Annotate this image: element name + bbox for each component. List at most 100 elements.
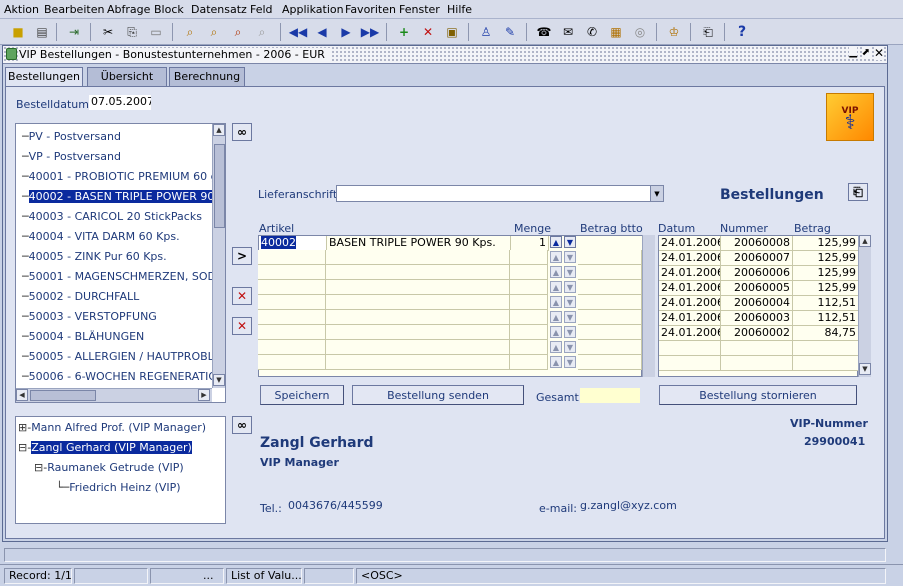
help-icon[interactable]: ? <box>732 22 752 42</box>
empty-grid-cell[interactable] <box>578 250 642 265</box>
order-nummer-cell[interactable]: 20060005 <box>721 281 793 296</box>
empty-grid-cell[interactable] <box>510 295 548 310</box>
tree-item[interactable]: ─40001 - PROBIOTIC PREMIUM 60 g <box>22 170 218 183</box>
quantity-up-icon[interactable]: ▲ <box>550 326 562 338</box>
quantity-up-icon[interactable]: ▲ <box>550 281 562 293</box>
speichern-button[interactable]: Speichern <box>260 385 344 405</box>
tree-item[interactable]: ─50004 - BLÄHUNGEN <box>22 330 144 343</box>
tree-item[interactable]: └─Friedrich Heinz (VIP) <box>56 481 181 494</box>
empty-grid-cell[interactable] <box>578 340 642 355</box>
empty-grid-cell[interactable] <box>721 341 793 356</box>
empty-grid-cell[interactable] <box>721 356 793 371</box>
empty-grid-cell[interactable] <box>258 265 326 280</box>
view-icon[interactable]: ◎ <box>630 22 650 42</box>
scroll-thumb[interactable] <box>30 390 96 401</box>
empty-grid-cell[interactable] <box>326 280 510 295</box>
mail-icon[interactable]: ✉ <box>558 22 578 42</box>
order-betrag-cell[interactable]: 84,75 <box>793 326 859 341</box>
person-icon[interactable]: ♔ <box>664 22 684 42</box>
order-datum-cell[interactable]: 24.01.2006 <box>659 311 721 326</box>
lieferanschrift-select[interactable] <box>336 185 664 202</box>
phone-icon[interactable]: ✆ <box>582 22 602 42</box>
empty-grid-cell[interactable] <box>510 265 548 280</box>
menu-hilfe[interactable]: Hilfe <box>447 3 472 16</box>
quantity-up-icon[interactable]: ▲ <box>550 341 562 353</box>
scroll-right-icon[interactable]: ▶ <box>198 389 210 401</box>
quantity-down-icon[interactable]: ▼ <box>564 251 576 263</box>
paste-icon[interactable]: ▭ <box>146 22 166 42</box>
order-datum-cell[interactable]: 24.01.2006 <box>659 281 721 296</box>
quantity-down-icon[interactable]: ▼ <box>564 236 576 248</box>
menu-abfrage[interactable]: Abfrage <box>107 3 150 16</box>
tree-item[interactable]: ─40005 - ZINK Pur 60 Kps. <box>22 250 167 263</box>
empty-grid-cell[interactable] <box>510 325 548 340</box>
tree-item[interactable]: ─PV - Postversand <box>22 130 121 143</box>
print-icon[interactable]: ▤ <box>32 22 52 42</box>
product-tree[interactable]: ─PV - Postversand ─VP - Postversand ─400… <box>15 123 226 403</box>
empty-grid-cell[interactable] <box>510 355 548 370</box>
maximize-icon[interactable]: ⬈ <box>861 47 870 58</box>
order-nummer-cell[interactable]: 20060003 <box>721 311 793 326</box>
quantity-down-icon[interactable]: ▼ <box>564 266 576 278</box>
empty-grid-cell[interactable] <box>510 280 548 295</box>
tree-item[interactable]: ─50005 - ALLERGIEN / HAUTPROBL <box>22 350 214 363</box>
quantity-down-icon[interactable]: ▼ <box>564 281 576 293</box>
empty-grid-cell[interactable] <box>326 310 510 325</box>
remove-all-icon[interactable]: ✕ <box>232 317 252 335</box>
empty-grid-cell[interactable] <box>578 310 642 325</box>
empty-grid-cell[interactable] <box>258 310 326 325</box>
tree-item[interactable]: ─50003 - VERSTOPFUNG <box>22 310 157 323</box>
empty-grid-cell[interactable] <box>258 325 326 340</box>
tree-item[interactable]: ─50006 - 6-WOCHEN REGENERATIO <box>22 370 217 383</box>
menu-feld[interactable]: Feld <box>250 3 273 16</box>
scroll-down-icon[interactable]: ▼ <box>213 374 225 386</box>
query-enter-icon[interactable]: ⌕ <box>180 22 200 42</box>
query-execute-icon[interactable]: ⌕ <box>204 22 224 42</box>
quantity-down-icon[interactable]: ▼ <box>564 296 576 308</box>
chevron-down-icon[interactable]: ▼ <box>650 186 663 201</box>
scroll-up-icon[interactable]: ▲ <box>213 124 225 136</box>
tree-item[interactable]: ⊞-Mann Alfred Prof. (VIP Manager) <box>18 421 206 434</box>
empty-grid-cell[interactable] <box>578 355 642 370</box>
menu-favoriten[interactable]: Favoriten <box>345 3 396 16</box>
documents-icon[interactable]: ⎗ <box>848 183 868 201</box>
menu-aktion[interactable]: Aktion <box>4 3 39 16</box>
order-datum-cell[interactable]: 24.01.2006 <box>659 296 721 311</box>
bestellung-stornieren-button[interactable]: Bestellung stornieren <box>659 385 857 405</box>
articles-scrollbar[interactable] <box>642 235 655 377</box>
empty-grid-cell[interactable] <box>510 340 548 355</box>
quantity-down-icon[interactable]: ▼ <box>564 356 576 368</box>
empty-grid-cell[interactable] <box>510 250 548 265</box>
order-nummer-cell[interactable]: 20060008 <box>721 236 793 251</box>
empty-grid-cell[interactable] <box>578 265 642 280</box>
menu-datensatz[interactable]: Datensatz <box>191 3 247 16</box>
quantity-down-icon[interactable]: ▼ <box>564 326 576 338</box>
bestellung-senden-button[interactable]: Bestellung senden <box>352 385 524 405</box>
insert-record-icon[interactable]: + <box>394 22 414 42</box>
empty-grid-cell[interactable] <box>326 355 510 370</box>
tree-horizontal-scrollbar[interactable]: ◀ ▶ <box>16 388 212 402</box>
bestelldatum-field[interactable]: 07.05.2007 <box>89 95 151 110</box>
scroll-thumb[interactable] <box>214 144 225 228</box>
add-to-order-button[interactable]: > <box>232 247 252 265</box>
order-nummer-cell[interactable]: 20060006 <box>721 266 793 281</box>
empty-grid-cell[interactable] <box>326 295 510 310</box>
remove-item-icon[interactable]: ✕ <box>232 287 252 305</box>
contacts-icon[interactable]: ☎ <box>534 22 554 42</box>
empty-grid-cell[interactable] <box>578 280 642 295</box>
query-count-icon[interactable]: ⌕ <box>252 22 272 42</box>
tab-bestellungen[interactable]: Bestellungen <box>5 67 83 87</box>
empty-grid-cell[interactable] <box>578 325 642 340</box>
last-record-icon[interactable]: ▶▶ <box>360 22 380 42</box>
order-nummer-cell[interactable]: 20060007 <box>721 251 793 266</box>
order-betrag-cell[interactable]: 125,99 <box>793 281 859 296</box>
quantity-up-icon[interactable]: ▲ <box>550 251 562 263</box>
tree-item[interactable]: ─50001 - MAGENSCHMERZEN, SOD <box>22 270 216 283</box>
first-record-icon[interactable]: ◀◀ <box>288 22 308 42</box>
quantity-down-icon[interactable]: ▼ <box>564 311 576 323</box>
scroll-up-icon[interactable]: ▲ <box>859 235 871 247</box>
order-betrag-cell[interactable]: 125,99 <box>793 266 859 281</box>
scroll-left-icon[interactable]: ◀ <box>16 389 28 401</box>
order-datum-cell[interactable]: 24.01.2006 <box>659 236 721 251</box>
tree-vertical-scrollbar[interactable]: ▲ ▼ <box>212 124 225 388</box>
